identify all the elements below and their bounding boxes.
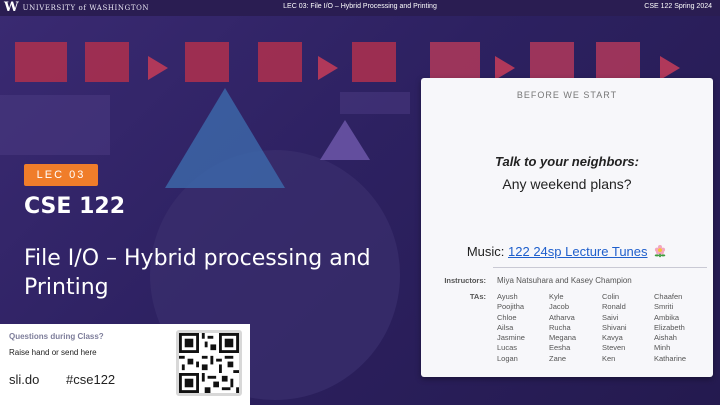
bg-triangle (495, 56, 515, 80)
music-label: Music: (466, 244, 509, 259)
ta-column: Colin Ronald Saivi Shivani Kavya Steven … (602, 292, 627, 364)
bg-triangle (320, 120, 370, 160)
questions-title: Questions during Class? (9, 332, 104, 341)
ta-name: Lucas (497, 343, 518, 353)
bg-square (185, 42, 229, 82)
card-heading: BEFORE WE START (516, 90, 618, 100)
lecture-tag: LEC 03 (24, 164, 98, 186)
ta-name: Ailsa (497, 322, 514, 332)
ta-name: Eesha (549, 343, 571, 353)
ta-name: Jasmine (497, 333, 525, 343)
bg-square (530, 42, 574, 82)
lecture-header-title: LEC 03: File I/O – Hybrid Processing and… (283, 3, 437, 10)
course-term: CSE 122 Spring 2024 (644, 3, 712, 10)
bg-square (85, 42, 129, 82)
bg-rectangle (0, 95, 110, 155)
qr-code-icon (176, 330, 242, 396)
bg-rectangle (340, 92, 410, 114)
ta-name: Minh (654, 343, 671, 353)
bg-triangle (318, 56, 338, 80)
bg-square (596, 42, 640, 82)
card-divider (493, 267, 707, 268)
ta-name: Poojitha (497, 302, 525, 312)
bg-triangle (165, 88, 285, 188)
bg-square (15, 42, 67, 82)
questions-subtitle: Raise hand or send here (9, 348, 97, 357)
ta-name: Chaafen (654, 292, 683, 301)
bg-square (430, 42, 480, 82)
slido-hashtag: #cse122 (66, 372, 116, 387)
ta-name: Katharine (654, 353, 687, 363)
instructors-label: Instructors: (444, 276, 486, 285)
ta-name: Megana (549, 333, 577, 343)
ta-name: Saivi (602, 312, 619, 322)
ta-name: Logan (497, 353, 518, 363)
qr-code-graphic (179, 333, 239, 393)
ta-name: Colin (602, 292, 620, 301)
ta-name: Jacob (549, 302, 570, 312)
ta-name: Atharva (549, 312, 575, 322)
ta-name: Elizabeth (654, 322, 685, 332)
bg-triangle (148, 56, 168, 80)
ta-name: Kavya (602, 333, 623, 343)
ta-column: Ayush Poojitha Chloe Ailsa Jasmine Lucas… (497, 292, 525, 364)
flower-icon (654, 245, 666, 258)
slide: W UNIVERSITY of WASHINGTON LEC 03: File … (0, 0, 720, 405)
ta-name: Aishah (654, 333, 677, 343)
ta-column: Kyle Jacob Atharva Rucha Megana Eesha Za… (549, 292, 576, 364)
ta-name: Zane (549, 353, 567, 363)
bg-triangle (660, 56, 680, 80)
ta-column: Chaafen Smriti Ambika Elizabeth Aishah M… (654, 292, 686, 364)
ta-name: Steven (602, 343, 626, 353)
ta-name: Chloe (497, 312, 517, 322)
before-we-start-card: BEFORE WE START Talk to your neighbors: … (421, 78, 713, 377)
lecture-title: File I/O – Hybrid processing and Printin… (24, 246, 371, 300)
ta-name: Smriti (654, 302, 674, 312)
ta-name: Ambika (654, 312, 680, 322)
ta-name: Ayush (497, 292, 518, 301)
ta-name: Ronald (602, 302, 626, 312)
music-playlist-link[interactable]: 122 24sp Lecture Tunes (508, 244, 648, 259)
course-name: CSE 122 (24, 194, 126, 219)
ta-name: Ken (602, 353, 616, 363)
ta-name: Rucha (549, 322, 571, 332)
ta-name: Shivani (602, 322, 627, 332)
bg-square (258, 42, 302, 82)
bg-square (352, 42, 396, 82)
discussion-prompt: Talk to your neighbors: (495, 154, 639, 169)
top-bar: W UNIVERSITY of WASHINGTON LEC 03: File … (0, 0, 720, 16)
music-line: Music: 122 24sp Lecture Tunes (421, 244, 713, 259)
discussion-question: Any weekend plans? (502, 176, 632, 192)
slido-site: sli.do (9, 372, 40, 387)
instructors-names: Miya Natsuhara and Kasey Champion (497, 276, 632, 285)
tas-label: TAs: (469, 292, 486, 301)
ta-name: Kyle (549, 292, 564, 301)
